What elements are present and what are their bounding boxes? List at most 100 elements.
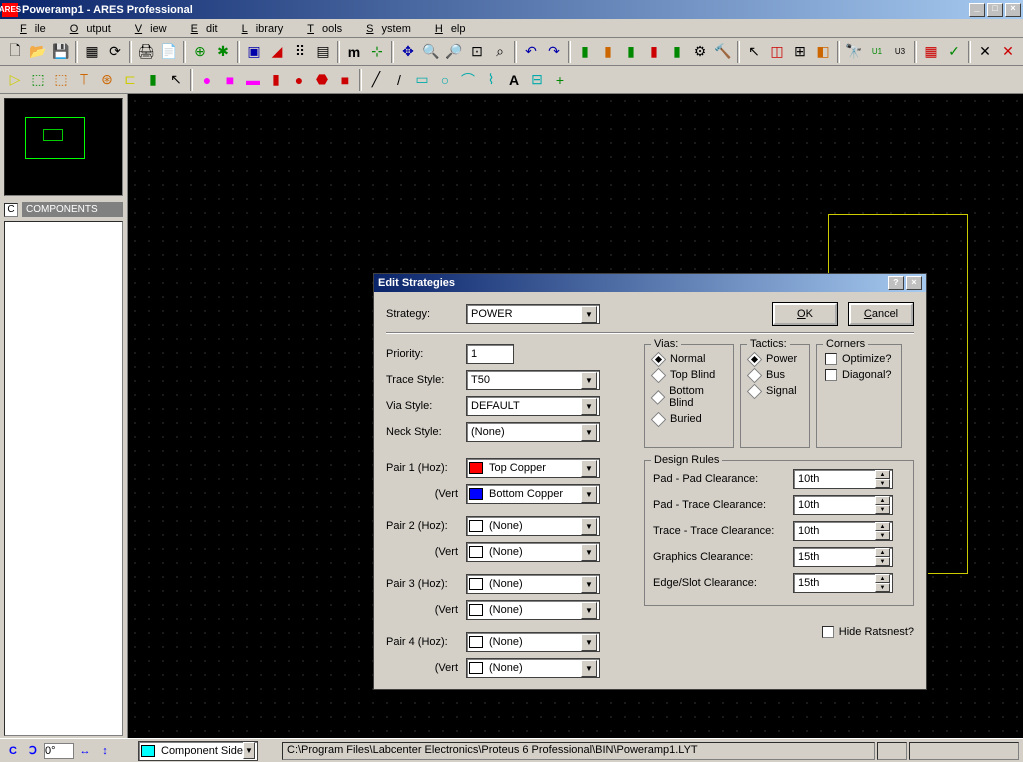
via-topblind-radio[interactable]: Top Blind — [653, 369, 725, 381]
rotate-cw-icon[interactable]: Ↄ — [24, 744, 42, 757]
menu-help[interactable]: Help — [419, 21, 474, 35]
components-letter[interactable]: C — [4, 203, 18, 217]
menu-library[interactable]: Library — [226, 21, 292, 35]
pair4-v-select[interactable]: (None)▼ — [466, 658, 600, 678]
binoculars-icon[interactable]: 🔭 — [843, 41, 865, 63]
drc-icon[interactable]: ✓ — [943, 41, 965, 63]
flip-h-icon[interactable]: ↔ — [76, 745, 94, 757]
pair4-h-select[interactable]: (None)▼ — [466, 632, 600, 652]
strategy-select[interactable]: POWER ▼ — [466, 304, 600, 324]
mark1-icon[interactable]: ✕ — [974, 41, 996, 63]
angle-input[interactable] — [44, 743, 74, 759]
tactic-power-radio[interactable]: Power — [749, 353, 801, 365]
round-pad-icon[interactable]: ▮ — [265, 69, 287, 91]
circle-pad-icon[interactable]: ● — [196, 69, 218, 91]
dots-icon[interactable]: ⠿ — [289, 41, 311, 63]
via-normal-radio[interactable]: Normal — [653, 353, 725, 365]
grid-icon[interactable]: ✱ — [212, 41, 234, 63]
menu-system[interactable]: System — [350, 21, 419, 35]
diagonal-checkbox[interactable]: Diagonal? — [825, 369, 893, 381]
u3-icon[interactable]: U3 — [889, 41, 911, 63]
save-icon[interactable]: 💾 — [50, 41, 72, 63]
tactic-bus-radio[interactable]: Bus — [749, 369, 801, 381]
pcb-canvas[interactable]: Edit Strategies ? × Strategy: POWER ▼ OK… — [128, 94, 1023, 738]
dialog-close-button[interactable]: × — [906, 276, 922, 290]
marker-icon[interactable]: + — [549, 69, 571, 91]
ok-button[interactable]: OK — [773, 303, 837, 325]
redo-icon[interactable]: ↷ — [543, 41, 565, 63]
menu-file[interactable]: File — [4, 21, 54, 35]
cursor-icon[interactable]: ↖ — [165, 69, 187, 91]
rule1-input[interactable]: 10th▲▼ — [793, 495, 893, 515]
u1-icon[interactable]: U1 — [866, 41, 888, 63]
priority-input[interactable] — [466, 344, 514, 364]
menu-tools[interactable]: Tools — [291, 21, 350, 35]
zoom-in-icon[interactable]: 🔍 — [420, 41, 442, 63]
rect-pad-icon[interactable]: ▬ — [242, 69, 264, 91]
menu-edit[interactable]: Edit — [175, 21, 226, 35]
line2d-icon[interactable]: ╱ — [365, 69, 387, 91]
block3-icon[interactable]: ▮ — [620, 41, 642, 63]
rule3-input[interactable]: 15th▲▼ — [793, 547, 893, 567]
block2-icon[interactable]: ▮ — [597, 41, 619, 63]
route-icon[interactable]: ◫ — [766, 41, 788, 63]
via-style-select[interactable]: DEFAULT▼ — [466, 396, 600, 416]
block-icon[interactable]: ▮ — [574, 41, 596, 63]
oval-pad-icon[interactable]: ● — [288, 69, 310, 91]
snap-icon[interactable]: ⊹ — [366, 41, 388, 63]
redraw-icon[interactable]: ⟳ — [104, 41, 126, 63]
layer-select[interactable]: Component Side ▼ — [138, 741, 258, 761]
track-icon[interactable]: ⊏ — [119, 69, 141, 91]
zone-icon[interactable]: ▮ — [142, 69, 164, 91]
components-list[interactable] — [4, 221, 123, 736]
m-icon[interactable]: m — [343, 41, 365, 63]
colors-icon[interactable]: ▤ — [312, 41, 334, 63]
square-pad-icon[interactable]: ■ — [219, 69, 241, 91]
mark2-icon[interactable]: ✕ — [997, 41, 1019, 63]
layers-icon[interactable]: ▣ — [243, 41, 265, 63]
arc2d-icon[interactable]: ⌒ — [457, 69, 479, 91]
rule2-input[interactable]: 10th▲▼ — [793, 521, 893, 541]
print-icon[interactable]: 🖨 — [135, 41, 157, 63]
check-icon[interactable]: ◧ — [812, 41, 834, 63]
undo-icon[interactable]: ↶ — [520, 41, 542, 63]
metric-icon[interactable]: ◢ — [266, 41, 288, 63]
pair2-h-select[interactable]: (None)▼ — [466, 516, 600, 536]
pad-icon[interactable]: ⟙ — [73, 69, 95, 91]
zoom-area-icon[interactable]: ⌕ — [489, 41, 511, 63]
text2d-icon[interactable]: A — [503, 69, 525, 91]
dialog-help-button[interactable]: ? — [888, 276, 904, 290]
chip-icon[interactable]: ⬚ — [27, 69, 49, 91]
maximize-button[interactable]: □ — [987, 3, 1003, 17]
smt-pad-icon[interactable]: ■ — [334, 69, 356, 91]
rect2d-icon[interactable]: ▭ — [411, 69, 433, 91]
open-icon[interactable]: 📂 — [27, 41, 49, 63]
pan-icon[interactable]: ✥ — [397, 41, 419, 63]
menu-view[interactable]: View — [119, 21, 175, 35]
line-icon[interactable]: / — [388, 69, 410, 91]
via-icon[interactable]: ⊛ — [96, 69, 118, 91]
circle2d-icon[interactable]: ○ — [434, 69, 456, 91]
board-icon[interactable]: ▦ — [920, 41, 942, 63]
rotate-ccw-icon[interactable]: C — [4, 745, 22, 757]
via-bottomblind-radio[interactable]: Bottom Blind — [653, 385, 725, 409]
close-button[interactable]: × — [1005, 3, 1021, 17]
path2d-icon[interactable]: ⌇ — [480, 69, 502, 91]
cancel-button[interactable]: Cancel — [849, 303, 913, 325]
neck-style-select[interactable]: (None)▼ — [466, 422, 600, 442]
optimize-checkbox[interactable]: Optimize? — [825, 353, 893, 365]
pair2-v-select[interactable]: (None)▼ — [466, 542, 600, 562]
menu-output[interactable]: Output — [54, 21, 119, 35]
flip-icon[interactable]: ▦ — [81, 41, 103, 63]
arrow-icon[interactable]: ↖ — [743, 41, 765, 63]
rule0-input[interactable]: 10th▲▼ — [793, 469, 893, 489]
block5-icon[interactable]: ▮ — [666, 41, 688, 63]
pkg-icon[interactable]: ⬚ — [50, 69, 72, 91]
net-icon[interactable]: ⊞ — [789, 41, 811, 63]
pair1-h-select[interactable]: Top Copper▼ — [466, 458, 600, 478]
minimize-button[interactable]: _ — [969, 3, 985, 17]
pair3-v-select[interactable]: (None)▼ — [466, 600, 600, 620]
tool-icon[interactable]: ⚙ — [689, 41, 711, 63]
zoom-out-icon[interactable]: 🔎 — [443, 41, 465, 63]
board-preview[interactable] — [4, 98, 123, 196]
